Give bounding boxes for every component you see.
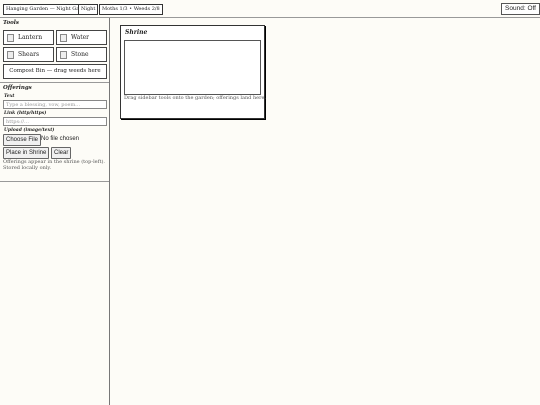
file-status: No file chosen bbox=[41, 136, 80, 142]
stone-icon bbox=[60, 51, 67, 59]
offerings-section: Offerings Text Type a blessing, vow, poe… bbox=[0, 85, 109, 182]
clear-button[interactable]: Clear bbox=[51, 147, 72, 159]
shrine-drop-area[interactable] bbox=[124, 40, 261, 95]
shrine-hint: Drag sidebar tools onto the garden; offe… bbox=[124, 95, 267, 101]
tool-shears[interactable]: Shears bbox=[3, 47, 54, 62]
shears-icon bbox=[7, 51, 14, 59]
sidebar: Tools Lantern Water Shears Stone Compost… bbox=[0, 18, 110, 405]
shrine-panel: Shrine Drag sidebar tools onto the garde… bbox=[120, 25, 267, 119]
tool-water[interactable]: Water bbox=[56, 30, 107, 45]
sound-toggle-button[interactable]: Sound: Off bbox=[501, 3, 540, 15]
offerings-note: Offerings appear in the shrine (top-left… bbox=[3, 159, 106, 171]
link-label: Link (http/https) bbox=[4, 111, 47, 116]
text-label: Text bbox=[4, 94, 15, 99]
shrine-title: Shrine bbox=[125, 29, 148, 36]
top-bar: Hanging Garden — Night Garden Night Moth… bbox=[0, 0, 540, 18]
lantern-icon bbox=[7, 34, 14, 42]
mode-toggle[interactable]: Night bbox=[78, 4, 99, 15]
place-in-shrine-button[interactable]: Place in Shrine bbox=[3, 147, 50, 159]
offerings-title: Offerings bbox=[3, 85, 32, 91]
water-icon bbox=[60, 34, 67, 42]
link-input[interactable]: https://… bbox=[3, 117, 107, 126]
status-counts: Moths 1/3 • Weeds 2/8 bbox=[99, 4, 163, 15]
choose-file-button[interactable]: Choose File bbox=[3, 134, 42, 146]
tool-lantern[interactable]: Lantern bbox=[3, 30, 54, 45]
tool-stone[interactable]: Stone bbox=[56, 47, 107, 62]
text-input[interactable]: Type a blessing, vow, poem… bbox=[3, 100, 107, 109]
upload-label: Upload (image/text) bbox=[4, 128, 55, 133]
compost-bin[interactable]: Compost Bin — drag weeds here bbox=[3, 64, 107, 79]
tools-title: Tools bbox=[3, 20, 19, 26]
tools-section: Tools Lantern Water Shears Stone Compost… bbox=[0, 20, 109, 83]
